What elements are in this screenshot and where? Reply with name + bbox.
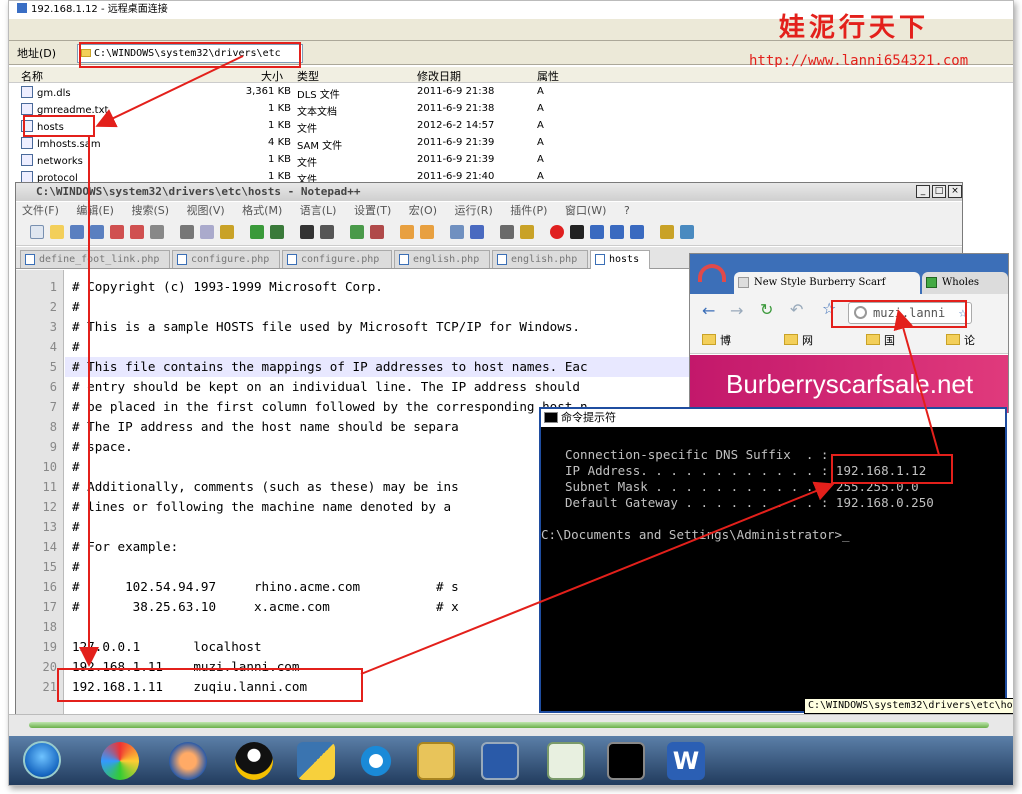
annotation-arrows [79,55,940,675]
arrow-ip-to-url [893,309,940,456]
arrow-address-to-hosts [95,55,244,128]
screenshot-frame: 192.168.1.12 - 远程桌面连接 地址(D) C:\WINDOWS\s… [8,0,1014,786]
arrow-entry-to-ip [360,481,835,675]
